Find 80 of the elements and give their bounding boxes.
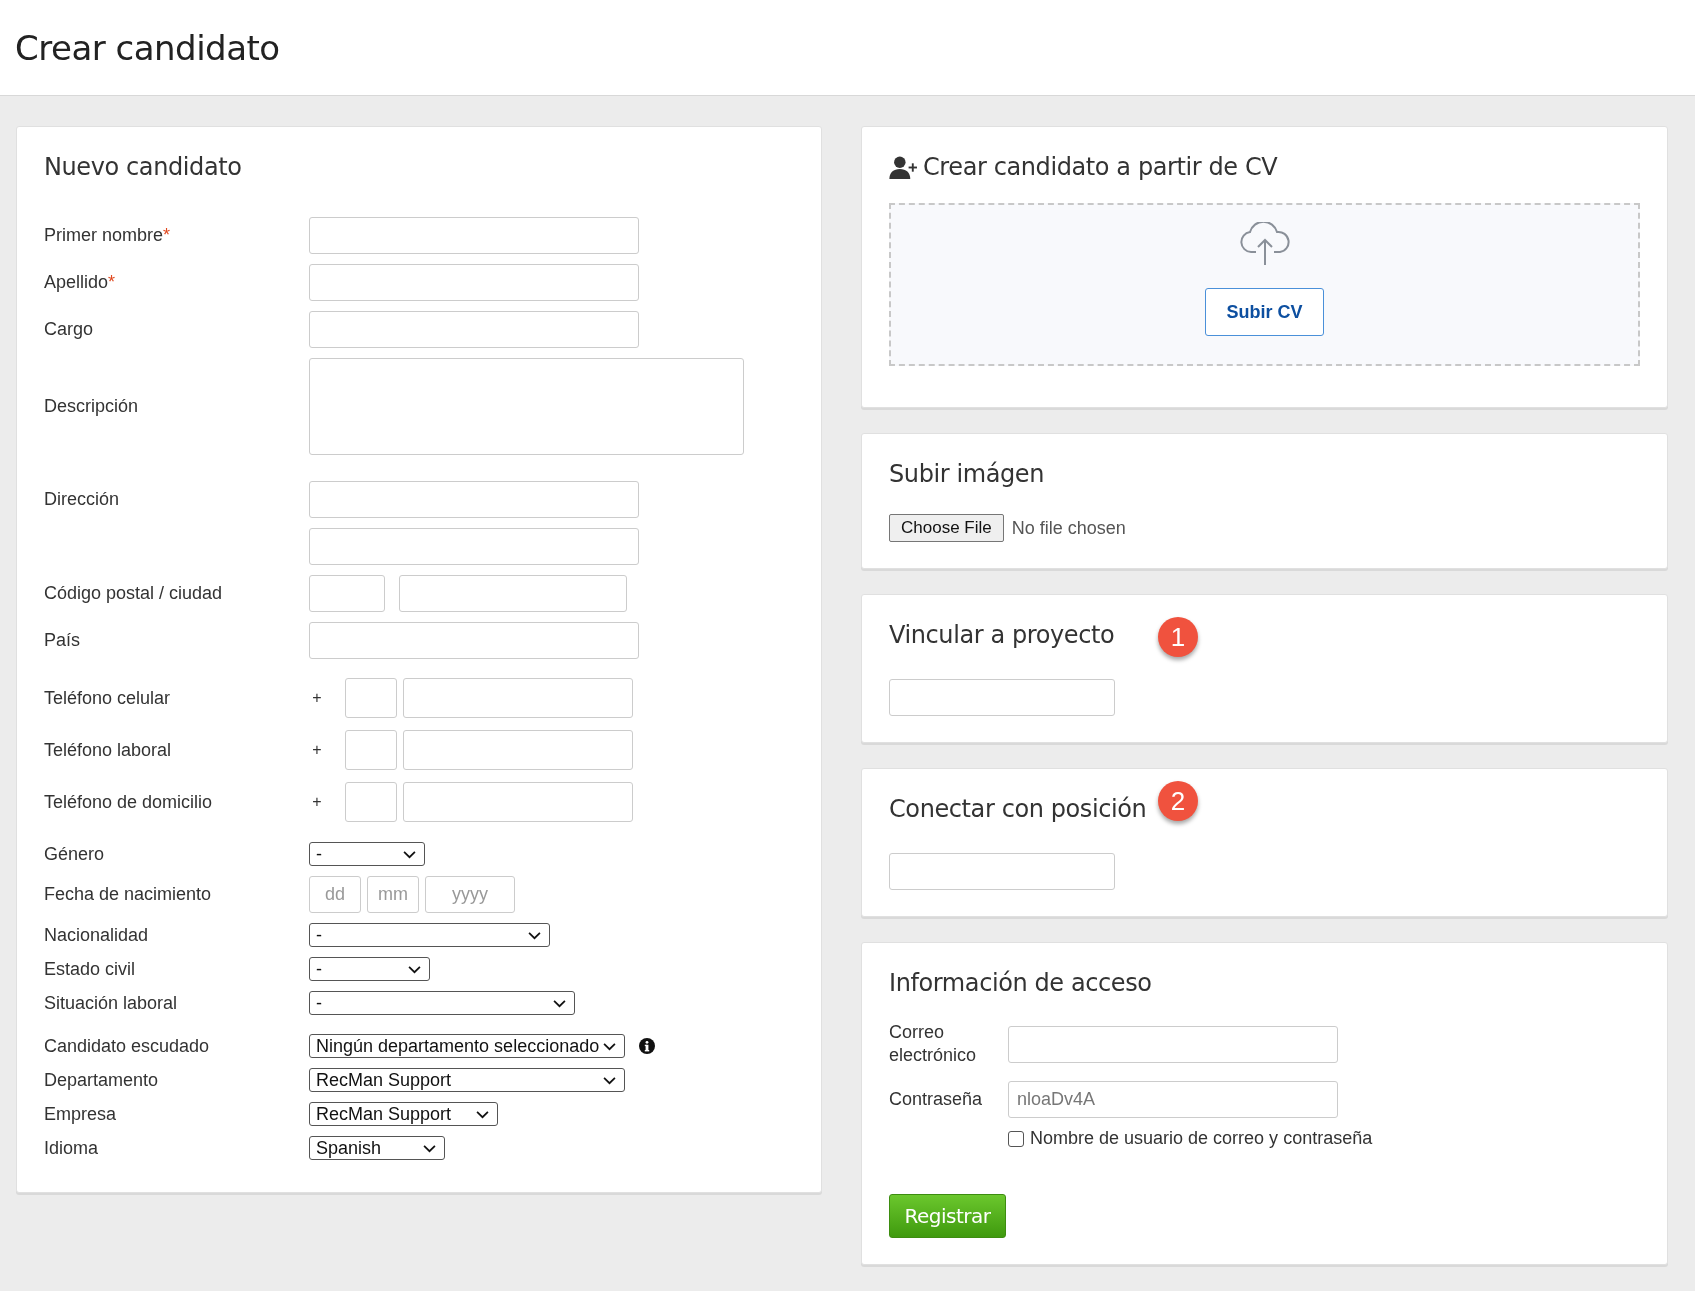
field-label: Cargo bbox=[44, 319, 95, 340]
project-field[interactable] bbox=[889, 679, 1115, 716]
select-field[interactable]: RecMan Support bbox=[309, 1102, 498, 1126]
field-label: Dirección bbox=[44, 488, 121, 510]
upload-cv-button[interactable]: Subir CV bbox=[1205, 288, 1324, 336]
page-title: Crear candidato bbox=[15, 27, 280, 68]
chevron-down-icon bbox=[603, 1041, 617, 1051]
card-title: Nuevo candidato bbox=[44, 153, 242, 181]
select-field[interactable]: - bbox=[309, 842, 425, 866]
chevron-down-icon bbox=[423, 1143, 436, 1153]
field-label: Contraseña bbox=[889, 1088, 983, 1111]
cloud-upload-icon bbox=[1238, 222, 1291, 266]
choose-file-button[interactable]: Choose File bbox=[889, 514, 1004, 542]
phone-field[interactable] bbox=[403, 782, 633, 822]
text-field[interactable] bbox=[309, 622, 639, 659]
text-field[interactable] bbox=[309, 528, 639, 565]
date-field[interactable]: yyyy bbox=[425, 876, 515, 913]
field-label: Código postal / ciudad bbox=[44, 583, 224, 604]
chevron-down-icon bbox=[476, 1109, 489, 1119]
card-title: Información de acceso bbox=[889, 969, 1152, 997]
callout-badge: 2 bbox=[1158, 781, 1198, 821]
info-icon[interactable] bbox=[639, 1038, 655, 1054]
chevron-down-icon bbox=[528, 930, 541, 940]
field-label: Idioma bbox=[44, 1137, 100, 1159]
email-field[interactable] bbox=[1008, 1025, 1338, 1063]
user-plus-icon bbox=[889, 155, 919, 179]
checkbox-label: Nombre de usuario de correo y contraseña bbox=[1030, 1128, 1373, 1149]
prefix-sign: + bbox=[311, 689, 323, 707]
text-field[interactable] bbox=[309, 311, 639, 348]
field-label: Empresa bbox=[44, 1103, 118, 1125]
card-title: Conectar con posición bbox=[889, 795, 1147, 823]
postal-code-field[interactable] bbox=[309, 575, 385, 612]
select-field[interactable]: - bbox=[309, 991, 575, 1015]
field-label: País bbox=[44, 630, 82, 651]
position-field[interactable] bbox=[889, 853, 1115, 890]
field-label: Candidato escudado bbox=[44, 1035, 211, 1057]
field-label: Género bbox=[44, 843, 106, 865]
field-label: Fecha de nacimiento bbox=[44, 884, 213, 905]
field-label: Nacionalidad bbox=[44, 924, 150, 946]
date-field[interactable]: mm bbox=[367, 876, 419, 913]
prefix-sign: + bbox=[311, 741, 323, 759]
card-title: Vincular a proyecto bbox=[889, 621, 1115, 649]
phone-field[interactable] bbox=[403, 678, 633, 718]
text-area[interactable] bbox=[309, 358, 744, 455]
select-field[interactable]: RecMan Support bbox=[309, 1068, 625, 1092]
field-label: Apellido* bbox=[44, 272, 117, 293]
select-field[interactable]: - bbox=[309, 923, 550, 947]
card-title: Crear candidato a partir de CV bbox=[923, 153, 1278, 181]
city-field[interactable] bbox=[399, 575, 627, 612]
select-field[interactable]: - bbox=[309, 957, 430, 981]
chevron-down-icon bbox=[403, 849, 416, 859]
country-code-field[interactable] bbox=[345, 678, 397, 718]
date-field[interactable]: dd bbox=[309, 876, 361, 913]
card-title: Subir imágen bbox=[889, 460, 1044, 488]
chevron-down-icon bbox=[553, 998, 566, 1008]
drop-zone[interactable]: Subir CV bbox=[889, 203, 1640, 366]
checkbox[interactable] bbox=[1008, 1130, 1024, 1147]
chevron-down-icon bbox=[408, 964, 421, 974]
password-field[interactable]: nloaDv4A bbox=[1008, 1081, 1338, 1118]
country-code-field[interactable] bbox=[345, 730, 397, 770]
field-label: Primer nombre* bbox=[44, 225, 172, 246]
chevron-down-icon bbox=[603, 1075, 616, 1085]
field-label: Departamento bbox=[44, 1069, 160, 1091]
prefix-sign: + bbox=[311, 793, 323, 811]
file-status: No file chosen bbox=[1011, 517, 1126, 539]
select-field[interactable]: Ningún departamento seleccionado bbox=[309, 1034, 625, 1058]
field-label: Correo electrónico bbox=[889, 1021, 978, 1067]
phone-field[interactable] bbox=[403, 730, 633, 770]
field-label: Estado civil bbox=[44, 958, 137, 980]
text-field[interactable] bbox=[309, 264, 639, 301]
country-code-field[interactable] bbox=[345, 782, 397, 822]
text-field[interactable] bbox=[309, 217, 639, 254]
field-label: Teléfono de domicilio bbox=[44, 791, 214, 813]
field-label: Situación laboral bbox=[44, 992, 179, 1014]
callout-badge: 1 bbox=[1158, 617, 1198, 657]
field-label: Teléfono laboral bbox=[44, 739, 173, 761]
text-field[interactable] bbox=[309, 481, 639, 518]
select-field[interactable]: Spanish bbox=[309, 1136, 445, 1160]
field-label: Teléfono celular bbox=[44, 687, 172, 709]
field-label: Descripción bbox=[44, 396, 140, 417]
